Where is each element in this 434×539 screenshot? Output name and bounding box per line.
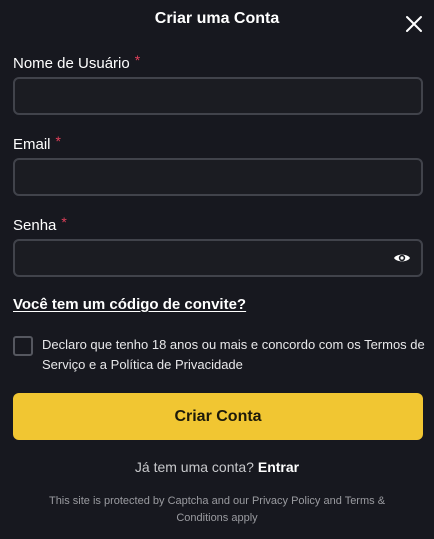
- email-label: Email *: [13, 133, 61, 153]
- modal-title: Criar uma Conta: [154, 10, 280, 27]
- username-label: Nome de Usuário *: [13, 52, 141, 72]
- show-password-button[interactable]: [393, 250, 411, 266]
- close-button[interactable]: [404, 14, 424, 34]
- required-mark: *: [61, 214, 67, 230]
- login-prompt-line: Já tem uma conta? Entrar: [0, 459, 434, 475]
- password-input[interactable]: [15, 241, 421, 275]
- username-input[interactable]: [15, 79, 421, 113]
- close-icon: [406, 16, 422, 32]
- username-label-text: Nome de Usuário: [13, 55, 130, 72]
- required-mark: *: [134, 52, 141, 68]
- invite-code-link[interactable]: Você tem um código de convite?: [13, 296, 246, 313]
- captcha-notice: This site is protected by Captcha and ou…: [48, 495, 386, 524]
- password-label: Senha *: [13, 214, 67, 234]
- login-link[interactable]: Entrar: [258, 459, 299, 475]
- email-field-box: [13, 158, 423, 196]
- terms-text: Declaro que tenho 18 anos ou mais e conc…: [42, 337, 425, 372]
- login-prompt: Já tem uma conta?: [134, 459, 254, 475]
- create-account-modal: Criar uma Conta Nome de Usuário * Email * …: [0, 0, 434, 539]
- required-mark: *: [55, 133, 61, 149]
- create-account-button[interactable]: Criar Conta: [13, 393, 423, 440]
- email-input[interactable]: [15, 160, 421, 194]
- terms-checkbox[interactable]: [13, 336, 33, 356]
- password-field-box: [13, 239, 423, 277]
- password-label-text: Senha: [13, 217, 57, 234]
- username-field-box: [13, 77, 423, 115]
- email-label-text: Email: [13, 136, 51, 153]
- eye-icon: [394, 254, 410, 262]
